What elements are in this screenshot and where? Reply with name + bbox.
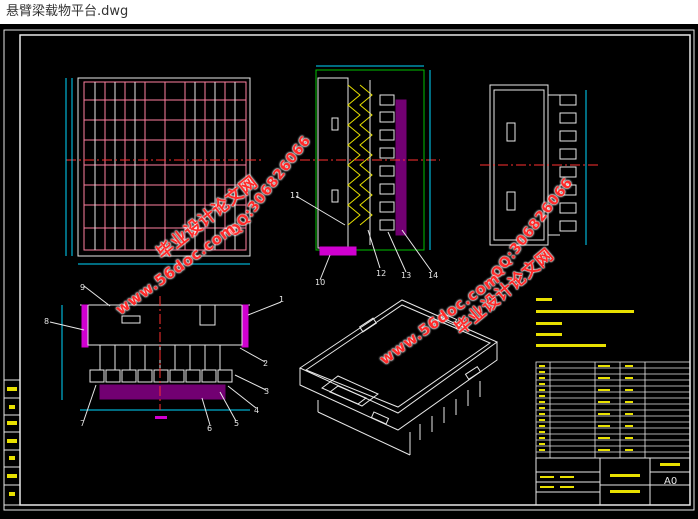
technical-notes	[536, 298, 634, 347]
iso-legs	[419, 381, 481, 440]
balloon-13: 13	[401, 271, 411, 280]
balloon-1: 1	[279, 295, 284, 304]
title-block-text	[540, 463, 680, 493]
balloon-12: 12	[376, 269, 386, 278]
section-blocks	[89, 369, 233, 383]
balloon-10: 10	[315, 278, 325, 287]
front-view-truss	[347, 84, 373, 226]
base-plate-hatch	[319, 246, 357, 256]
sheet-size-label: A0	[664, 476, 677, 487]
balloon-5: 5	[234, 419, 239, 428]
side-plate-hatch	[395, 99, 407, 236]
balloon-4: 4	[254, 406, 259, 415]
balloon-9: 9	[80, 283, 85, 292]
drawing-sheet: A0 1 2 3 4 5 6 7 8 9 10 11 12 13 14	[3, 29, 695, 511]
balloon-3: 3	[264, 387, 269, 396]
parts-list	[535, 361, 691, 459]
sheet-inner-border	[19, 34, 691, 506]
balloon-8: 8	[44, 317, 49, 326]
revision-strip-marks	[7, 387, 17, 496]
window-title: 悬臂梁载物平台.dwg	[0, 0, 698, 24]
cad-canvas[interactable]: A0 1 2 3 4 5 6 7 8 9 10 11 12 13 14 QQ:3…	[0, 24, 698, 515]
balloon-2: 2	[263, 359, 268, 368]
front-view	[300, 65, 440, 256]
side-view-supports	[559, 94, 577, 232]
section-base-hatch	[99, 384, 226, 400]
balloon-11: 11	[290, 191, 300, 200]
balloon-7: 7	[80, 419, 85, 428]
balloon-14: 14	[428, 271, 438, 280]
sheet-outer-border	[3, 29, 695, 511]
front-view-supports	[379, 94, 395, 231]
balloon-6: 6	[207, 424, 212, 433]
parts-list-entries	[539, 365, 633, 451]
